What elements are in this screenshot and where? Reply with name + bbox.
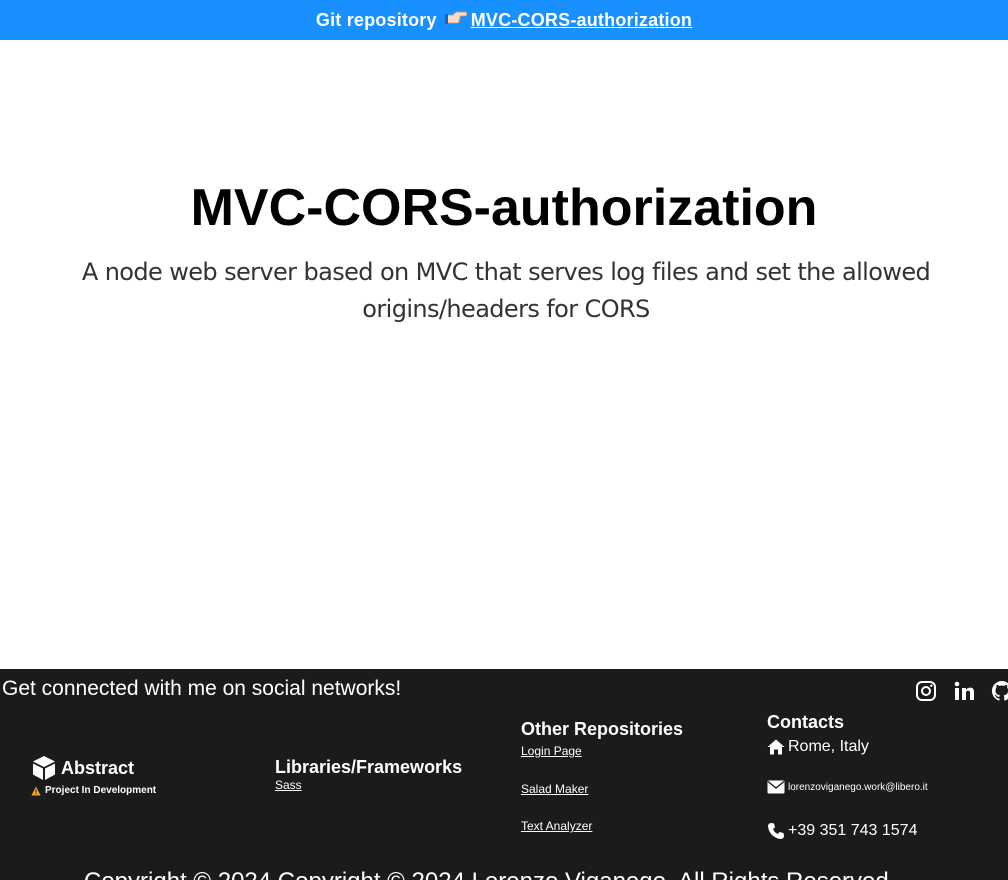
linkedin-icon[interactable] (952, 679, 976, 703)
social-links (914, 679, 1008, 703)
github-icon[interactable] (990, 679, 1008, 703)
contact-location: Rome, Italy (767, 738, 869, 756)
repositories-title: Other Repositories (521, 719, 684, 739)
repositories-column: Other Repositories Login Page Salad Make… (521, 719, 684, 833)
brand-note: Project In Development (45, 785, 157, 796)
social-heading: Get connected with me on social networks… (2, 677, 402, 700)
contacts-column: Contacts Rome, Italy lorenzoviganego.wor… (767, 712, 928, 839)
brand-block: Abstract Project In Development (31, 755, 156, 796)
site-footer: Get connected with me on social networks… (0, 669, 1008, 880)
home-icon (767, 739, 785, 755)
page-title: MVC-CORS-authorization (190, 179, 818, 237)
contact-phone: +39 351 743 1574 (767, 822, 917, 840)
phone-icon (768, 823, 784, 839)
repo-link-text-analyzer[interactable]: Text Analyzer (521, 819, 592, 833)
banner-label: Git repository (315, 9, 437, 30)
libraries-title: Libraries/Frameworks (275, 757, 463, 777)
instagram-icon[interactable] (914, 679, 938, 703)
page-subtitle: A node web server based on MVC that serv… (81, 258, 931, 323)
pointing-hand-icon (444, 9, 468, 32)
phone-text[interactable]: +39 351 743 1574 (788, 822, 917, 840)
cube-icon (33, 756, 55, 780)
library-link-sass[interactable]: Sass (275, 778, 462, 792)
repo-link[interactable]: MVC-CORS-authorization (471, 10, 692, 31)
email-text[interactable]: lorenzoviganego.work@libero.it (788, 782, 928, 793)
repo-link-salad-maker[interactable]: Salad Maker (521, 782, 588, 796)
warning-icon (31, 786, 41, 795)
copyright-text: Copyright © 2024 Copyright © 2024 Lorenz… (84, 868, 889, 880)
repo-banner: Git repository MVC-CORS-authorization (0, 0, 1008, 40)
contact-email: lorenzoviganego.work@libero.it (767, 780, 928, 794)
brand-name: Abstract (61, 757, 135, 778)
location-text: Rome, Italy (788, 738, 869, 755)
repo-link-login-page[interactable]: Login Page (521, 744, 582, 758)
contacts-title: Contacts (767, 712, 845, 732)
envelope-icon (767, 780, 785, 794)
libraries-column: Libraries/Frameworks Sass (275, 757, 462, 792)
